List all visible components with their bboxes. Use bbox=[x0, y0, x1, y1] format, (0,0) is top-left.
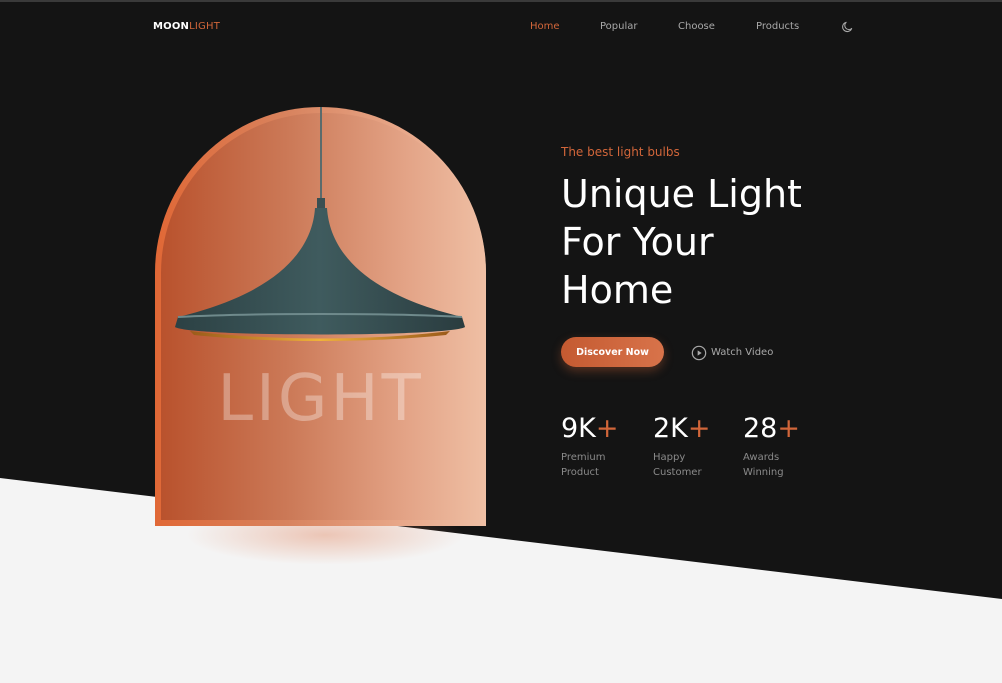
nav-item-choose[interactable]: Choose bbox=[678, 21, 715, 32]
stat-premium-product: 9K+ Premium Product bbox=[561, 412, 641, 480]
hero-subtitle: The best light bulbs bbox=[561, 145, 680, 159]
stat-label: Product bbox=[561, 467, 599, 478]
watch-video-link[interactable]: Watch Video bbox=[691, 344, 773, 361]
nav-item-products[interactable]: Products bbox=[756, 21, 799, 32]
pendant-lamp-image bbox=[175, 107, 465, 341]
stat-label: Awards bbox=[743, 452, 780, 463]
stat-value: 2K bbox=[653, 413, 688, 444]
headline-line: For Your bbox=[561, 220, 714, 264]
stat-label: Customer bbox=[653, 467, 702, 478]
nav-item-home[interactable]: Home bbox=[530, 21, 560, 32]
stat-value: 9K bbox=[561, 413, 596, 444]
discover-now-button[interactable]: Discover Now bbox=[561, 337, 664, 367]
stat-label: Winning bbox=[743, 467, 784, 478]
stat-value: 28 bbox=[743, 413, 778, 444]
stat-awards-winning: 28+ Awards Winning bbox=[743, 412, 823, 480]
nav-item-popular[interactable]: Popular bbox=[600, 21, 638, 32]
stat-plus: + bbox=[595, 413, 619, 444]
hero-image-word: LIGHT bbox=[217, 362, 424, 436]
stat-plus: + bbox=[777, 413, 800, 444]
play-circle-icon bbox=[691, 345, 707, 360]
top-border bbox=[0, 0, 1002, 2]
hero-dark-background bbox=[0, 2, 1002, 599]
stat-label: Happy bbox=[653, 452, 686, 463]
headline-line: Unique Light bbox=[561, 172, 802, 216]
stat-happy-customer: 2K+ Happy Customer bbox=[653, 412, 733, 480]
hero-headline: Unique Light For Your Home bbox=[561, 170, 861, 314]
headline-line: Home bbox=[561, 268, 674, 312]
stat-plus: + bbox=[687, 413, 711, 444]
watch-video-label: Watch Video bbox=[711, 347, 774, 358]
stat-label: Premium bbox=[561, 452, 606, 463]
moon-icon[interactable] bbox=[840, 20, 854, 34]
